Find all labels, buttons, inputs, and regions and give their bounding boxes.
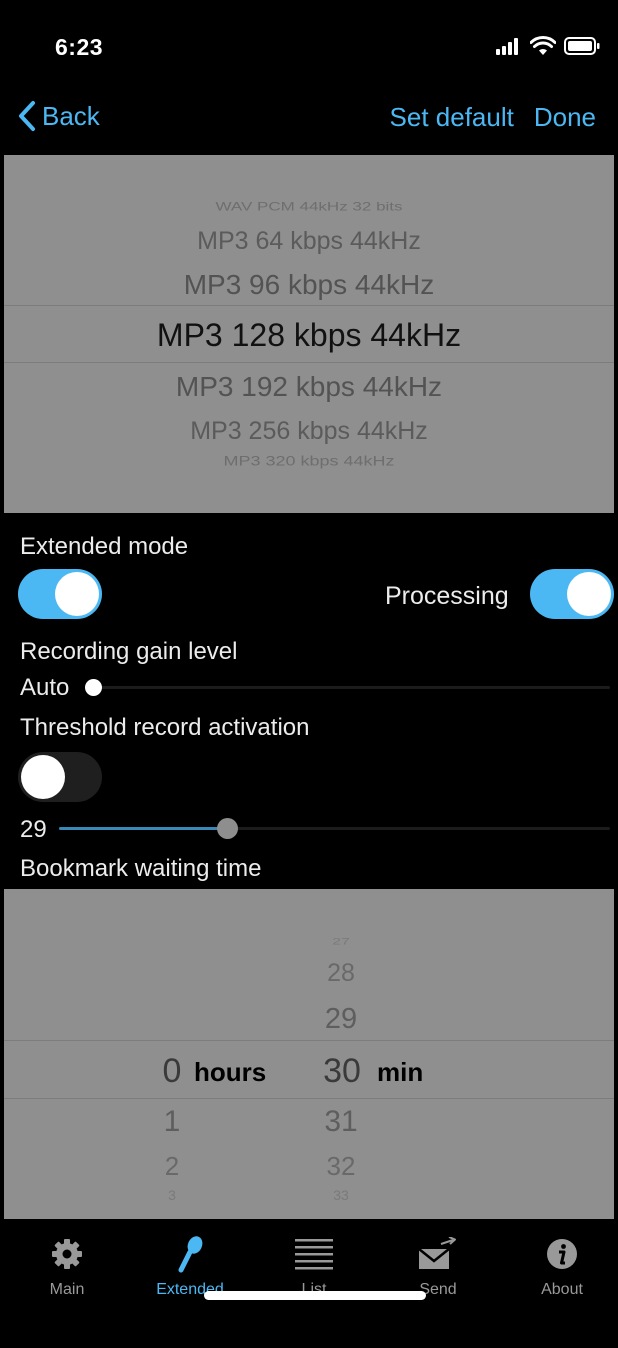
- bookmark-time-picker[interactable]: 0 hours 1 2 3 27 28 29 30 min 31 32 33: [4, 889, 614, 1219]
- processing-label: Processing: [385, 582, 509, 610]
- picker-option[interactable]: MP3 64 kbps 44kHz: [4, 227, 614, 256]
- microphone-icon: [178, 1236, 203, 1273]
- picker-option[interactable]: WAV PCM 44kHz 32 bits: [4, 200, 614, 214]
- min-option[interactable]: 27: [316, 937, 366, 948]
- tab-main[interactable]: Main: [12, 1237, 122, 1299]
- status-icons: [496, 36, 600, 56]
- format-picker[interactable]: WAV PCM 44kHz 32 bits MP3 64 kbps 44kHz …: [4, 155, 614, 513]
- threshold-toggle[interactable]: [18, 752, 102, 802]
- min-unit-label: min: [377, 1057, 424, 1087]
- tab-label: Main: [49, 1281, 85, 1298]
- gain-value: Auto: [20, 674, 70, 701]
- min-option-selected[interactable]: 30: [314, 1052, 370, 1091]
- toggle-knob: [567, 572, 611, 616]
- tab-label: About: [541, 1281, 583, 1298]
- threshold-slider[interactable]: [59, 818, 610, 839]
- gain-slider[interactable]: [85, 679, 610, 696]
- info-icon: [547, 1239, 577, 1269]
- min-option[interactable]: 31: [316, 1105, 366, 1139]
- toggle-knob: [55, 572, 99, 616]
- back-button[interactable]: Back: [18, 100, 100, 132]
- threshold-slider-fill: [59, 827, 227, 830]
- picker-option[interactable]: MP3 256 kbps 44kHz: [4, 417, 614, 446]
- gain-slider-thumb[interactable]: [85, 679, 102, 696]
- gain-label: Recording gain level: [20, 638, 238, 665]
- bookmark-label: Bookmark waiting time: [20, 855, 262, 882]
- send-envelope-icon: [418, 1237, 456, 1269]
- gear-icon: [52, 1239, 82, 1269]
- picker-selection-band: [4, 1040, 614, 1099]
- min-option[interactable]: 28: [316, 959, 366, 988]
- status-time: 6:23: [55, 34, 104, 60]
- tab-about[interactable]: About: [507, 1237, 614, 1299]
- threshold-label: Threshold record activation: [20, 714, 310, 741]
- toggle-knob: [21, 755, 65, 799]
- extended-mode-toggle[interactable]: [18, 569, 102, 619]
- cellular-signal-icon: [496, 38, 518, 55]
- hours-option-selected[interactable]: 0: [154, 1052, 190, 1091]
- min-option[interactable]: 33: [316, 1187, 366, 1203]
- hours-option[interactable]: 2: [154, 1151, 190, 1182]
- chevron-left-icon: [19, 101, 35, 131]
- back-label: Back: [42, 100, 100, 131]
- tab-bar: Main Extended List Send About: [4, 1219, 614, 1344]
- picker-option[interactable]: MP3 320 kbps 44kHz: [4, 454, 614, 470]
- wifi-icon: [530, 36, 556, 55]
- extended-mode-label: Extended mode: [20, 533, 189, 560]
- hours-option[interactable]: 3: [154, 1187, 190, 1203]
- tab-list[interactable]: List: [259, 1237, 369, 1299]
- min-option[interactable]: 29: [316, 1003, 366, 1036]
- tab-send[interactable]: Send: [383, 1237, 493, 1299]
- tab-extended[interactable]: Extended: [135, 1236, 245, 1299]
- picker-option[interactable]: MP3 96 kbps 44kHz: [4, 269, 614, 301]
- screen: 6:23 Back Set default Done WAV PCM 44kHz…: [4, 4, 614, 1344]
- list-icon: [295, 1239, 333, 1270]
- threshold-value: 29: [20, 816, 47, 843]
- hours-option[interactable]: 1: [154, 1105, 190, 1139]
- settings-panel: Extended mode Processing Recording gain …: [4, 513, 614, 889]
- processing-toggle[interactable]: [530, 569, 614, 619]
- min-option[interactable]: 32: [316, 1151, 366, 1182]
- done-button[interactable]: Done: [534, 102, 596, 133]
- home-indicator[interactable]: [204, 1291, 426, 1300]
- battery-icon: [564, 37, 600, 55]
- threshold-slider-thumb[interactable]: [217, 818, 238, 839]
- nav-actions: Set default Done: [390, 102, 596, 133]
- picker-option[interactable]: MP3 192 kbps 44kHz: [4, 371, 614, 403]
- set-default-button[interactable]: Set default: [390, 102, 514, 133]
- hours-unit-label: hours: [194, 1057, 267, 1087]
- picker-option-selected[interactable]: MP3 128 kbps 44kHz: [4, 317, 614, 354]
